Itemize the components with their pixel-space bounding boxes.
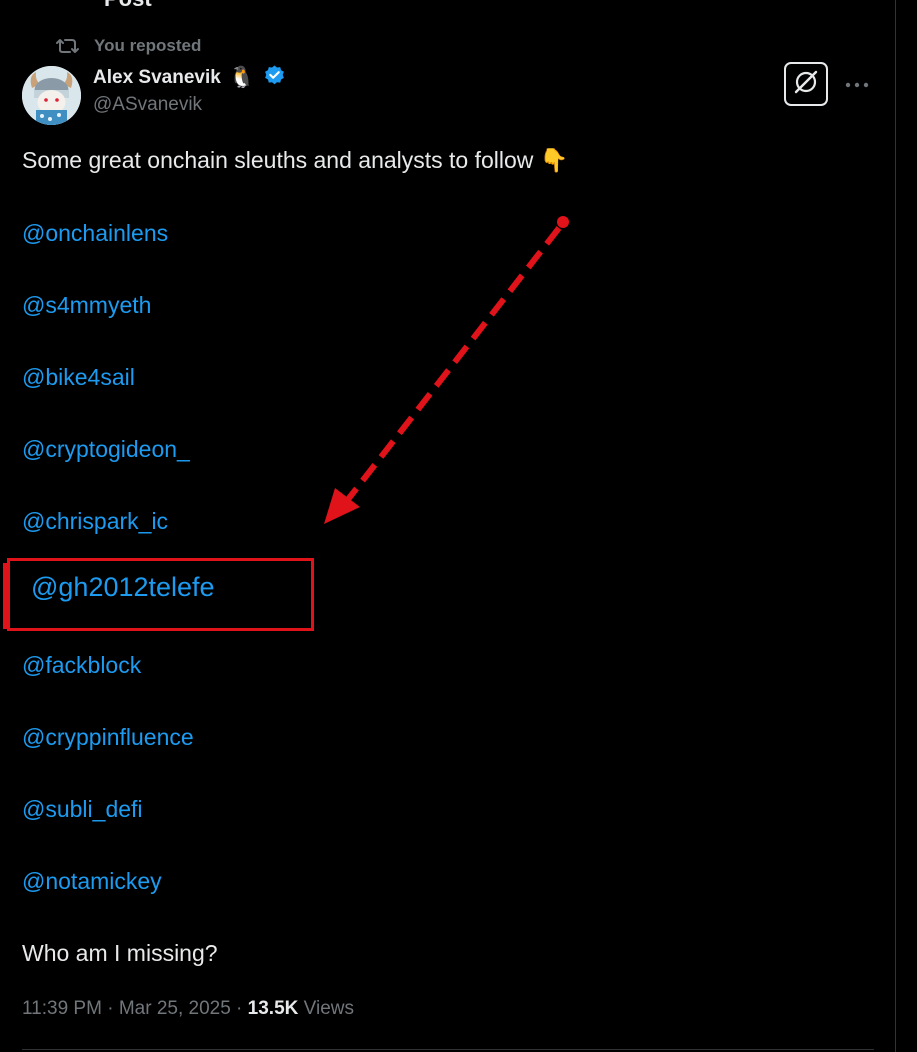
- tweet-date[interactable]: Mar 25, 2025: [119, 998, 231, 1019]
- meta-separator: ·: [230, 998, 248, 1019]
- mention-link[interactable]: @s4mmyeth: [22, 292, 151, 319]
- tweet-bottom-divider: [22, 1049, 874, 1050]
- mention-link[interactable]: @chrispark_ic: [22, 508, 168, 535]
- mention-link[interactable]: @bike4sail: [22, 364, 135, 391]
- mention-link[interactable]: @fackblock: [22, 652, 141, 679]
- avatar[interactable]: [22, 66, 81, 125]
- mention-link[interactable]: @subli_defi: [22, 796, 143, 823]
- mention-link[interactable]: @onchainlens: [22, 220, 168, 247]
- repost-indicator: You reposted: [56, 33, 201, 59]
- avatar-image: [22, 66, 81, 125]
- meta-separator: ·: [101, 998, 119, 1019]
- more-options-button[interactable]: [840, 70, 874, 100]
- tweet-time[interactable]: 11:39 PM: [22, 998, 102, 1019]
- mention-link[interactable]: @notamickey: [22, 868, 162, 895]
- author-name-row[interactable]: Alex Svanevik 🐧: [93, 62, 286, 94]
- grok-button[interactable]: [784, 62, 828, 106]
- mention-link[interactable]: @cryppinfluence: [22, 724, 194, 751]
- verified-badge-icon: [263, 64, 286, 92]
- repost-icon: [56, 36, 80, 56]
- author-display-name[interactable]: Alex Svanevik: [93, 67, 221, 89]
- annotation-arrow-origin-dot: [557, 216, 569, 228]
- repost-label: You reposted: [94, 36, 202, 55]
- tweet-intro-text: Some great onchain sleuths and analysts …: [22, 147, 569, 173]
- tweet-page: Post You reposted Al: [0, 0, 917, 1052]
- views-label: Views: [303, 998, 354, 1019]
- page-title: Post: [104, 0, 152, 12]
- mention-link-highlighted[interactable]: @gh2012telefe: [31, 572, 215, 603]
- grok-icon: [792, 68, 820, 101]
- annotation-arrow-head: [324, 488, 360, 524]
- tweet-meta: 11:39 PM · Mar 25, 2025 · 13.5K Views: [22, 998, 354, 1020]
- views-count: 13.5K: [247, 998, 299, 1019]
- penguin-emoji: 🐧: [228, 66, 255, 89]
- annotation-arrow-line: [343, 226, 562, 504]
- tweet-outro-text: Who am I missing?: [22, 940, 218, 966]
- mention-link[interactable]: @cryptogideon_: [22, 436, 190, 463]
- author-handle[interactable]: @ASvanevik: [93, 94, 202, 116]
- column-divider: [895, 0, 896, 1052]
- more-horizontal-icon: [845, 76, 869, 94]
